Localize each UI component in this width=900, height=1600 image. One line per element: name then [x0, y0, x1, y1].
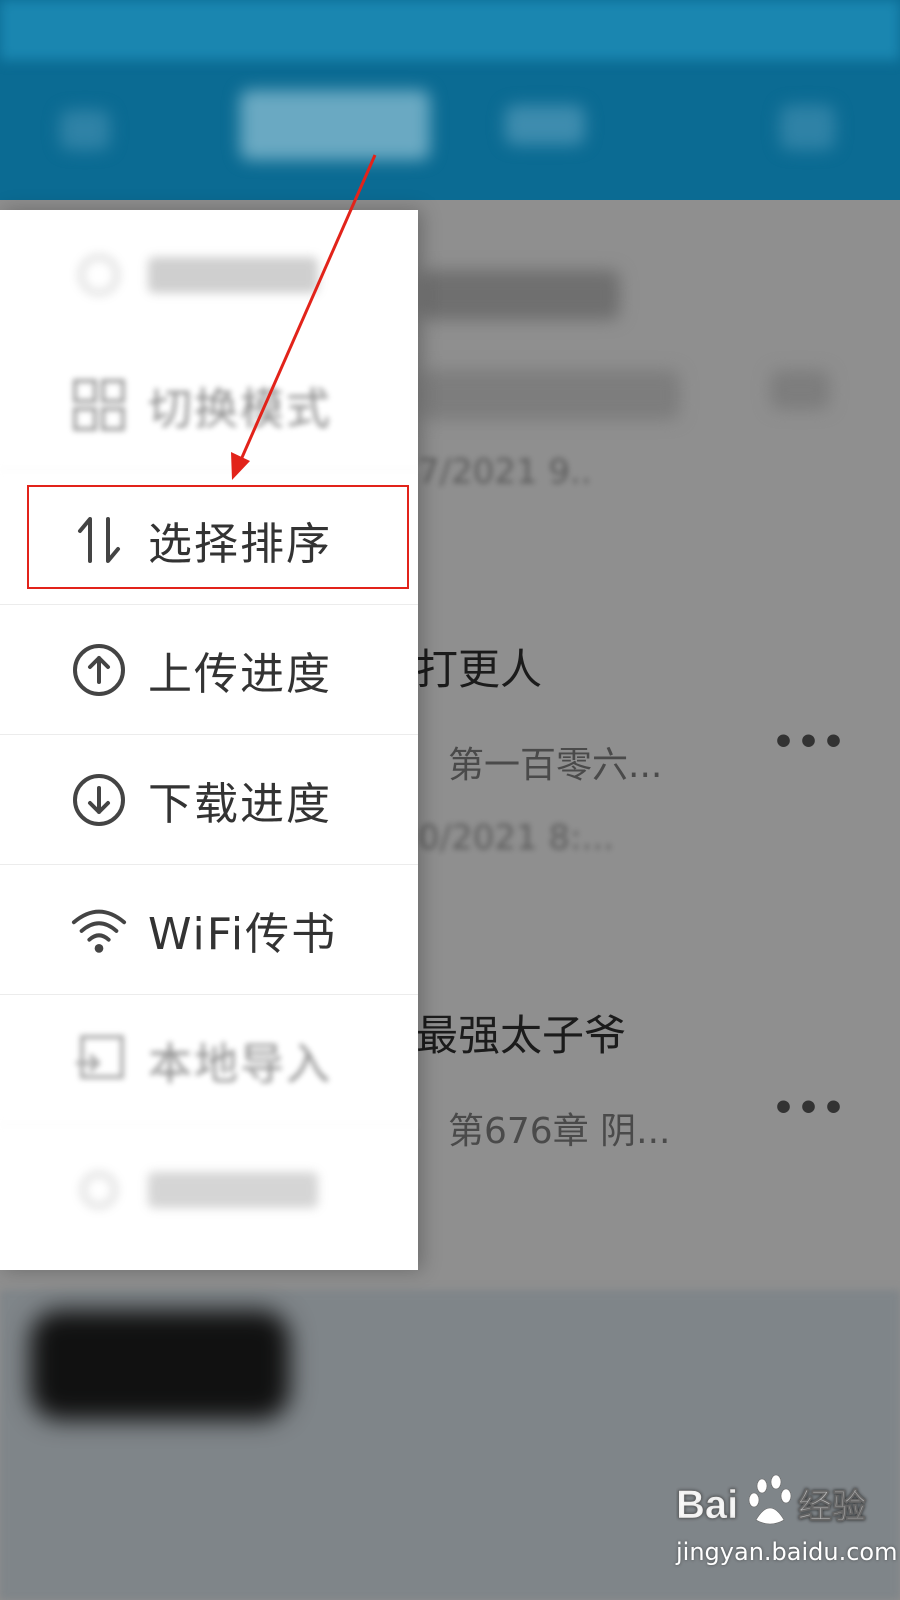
book-date-partial: 7/2021 9..	[418, 452, 592, 492]
svg-text:Bai: Bai	[676, 1483, 738, 1527]
wifi-icon	[70, 901, 128, 959]
menu-item-label: 选择排序	[148, 518, 332, 570]
menu-item-upload-progress[interactable]: 上传进度	[0, 605, 418, 735]
blurred-label	[148, 1172, 318, 1208]
blurred-more	[770, 370, 830, 410]
menu-item-switch-mode[interactable]: 切换模式	[0, 340, 418, 470]
menu-item-label: 下载进度	[148, 778, 332, 830]
blurred-thumbnail	[30, 1310, 290, 1420]
app-top-bar	[0, 0, 900, 200]
grid-icon	[70, 376, 128, 434]
tab-other[interactable]	[505, 105, 585, 145]
blurred-row	[420, 370, 680, 420]
upload-circle-icon	[70, 641, 128, 699]
menu-item-select-sort[interactable]: 选择排序	[0, 475, 418, 605]
menu-item-download-progress[interactable]: 下载进度	[0, 735, 418, 865]
blurred-heading	[420, 270, 620, 320]
menu-item-bottom[interactable]	[0, 1125, 418, 1255]
menu-item-wifi-transfer[interactable]: WiFi传书	[0, 865, 418, 995]
menu-item-local-import[interactable]: 本地导入	[0, 995, 418, 1125]
menu-item-label: 上传进度	[148, 648, 332, 700]
sort-icon	[70, 511, 128, 569]
book-chapter: 第一百零六...	[448, 745, 663, 786]
blurred-icon	[70, 1161, 128, 1219]
menu-item-label: 本地导入	[148, 1038, 332, 1090]
header-action-icon[interactable]	[780, 105, 835, 150]
blurred-label	[148, 257, 318, 293]
menu-item-label: 切换模式	[148, 383, 332, 435]
menu-item-top[interactable]	[0, 210, 418, 340]
menu-item-label: WiFi传书	[148, 908, 338, 960]
svg-text:经验: 经验	[798, 1487, 866, 1527]
import-icon	[70, 1031, 128, 1089]
menu-icon[interactable]	[60, 110, 110, 150]
blurred-icon	[70, 246, 128, 304]
more-options-icon[interactable]: •••	[772, 722, 847, 763]
side-menu: 切换模式 选择排序 上传进度 下载进度 WiFi传书 本地导入	[0, 210, 418, 1270]
book-title[interactable]: 打更人	[416, 636, 542, 697]
baidu-jingyan-watermark: Bai 经验 jingyan.baidu.com	[676, 1468, 897, 1588]
book-title[interactable]: 最强太子爷	[416, 1002, 626, 1063]
more-options-icon[interactable]: •••	[772, 1088, 847, 1129]
book-date: 0/2021 8:...	[418, 818, 614, 858]
book-chapter: 第676章 阴...	[448, 1111, 671, 1152]
tab-bookshelf[interactable]	[240, 90, 430, 160]
status-bar	[0, 0, 900, 60]
download-circle-icon	[70, 771, 128, 829]
baidu-paw-logo: Bai 经验	[676, 1474, 866, 1527]
watermark-site: jingyan.baidu.com	[676, 1538, 898, 1566]
